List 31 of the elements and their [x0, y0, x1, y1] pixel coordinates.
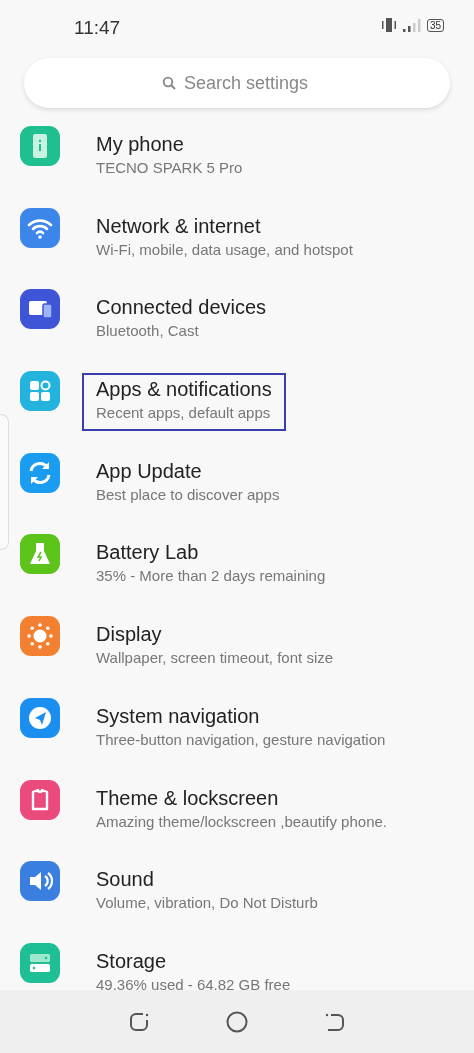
- item-title[interactable]: System navigation: [96, 703, 386, 728]
- item-subtitle: Volume, vibration, Do Not Disturb: [96, 893, 318, 914]
- item-title[interactable]: Theme & lockscreen: [96, 785, 387, 810]
- clock: 11:47: [74, 16, 121, 40]
- item-title[interactable]: Battery Lab: [96, 540, 326, 565]
- edge-handle[interactable]: [0, 414, 9, 550]
- item-title[interactable]: Sound: [96, 867, 318, 892]
- item-subtitle: Recent apps, default apps: [96, 403, 272, 424]
- item-subtitle: Amazing theme/lockscreen ,beautify phone.: [96, 811, 387, 832]
- item-title[interactable]: Connected devices: [96, 295, 267, 320]
- item-subtitle: Wallpaper, screen timeout, font size: [96, 648, 334, 669]
- search-icon: [162, 76, 176, 90]
- item-title[interactable]: Network & internet: [96, 213, 353, 238]
- item-title[interactable]: Apps & notifications: [96, 377, 272, 402]
- search-field[interactable]: Search settings: [182, 68, 312, 98]
- item-subtitle: 49.36% used - 64.82 GB free: [96, 974, 291, 990]
- item-subtitle: 35% - More than 2 days remaining: [96, 566, 326, 587]
- item-title[interactable]: Display: [96, 622, 334, 647]
- vibrate-icon: [380, 18, 397, 32]
- recents-button[interactable]: [128, 1010, 150, 1033]
- battery-indicator: 35: [426, 18, 444, 32]
- item-subtitle: Three-button navigation, gesture navigation: [96, 729, 386, 750]
- signal-icon: [402, 18, 421, 32]
- item-subtitle: Bluetooth, Cast: [96, 321, 200, 342]
- item-subtitle: Best place to discover apps: [96, 484, 280, 505]
- item-title[interactable]: App Update: [96, 458, 280, 483]
- item-subtitle: TECNO SPARK 5 Pro: [96, 158, 243, 178]
- item-title[interactable]: My phone: [96, 132, 243, 156]
- home-button[interactable]: [226, 1010, 248, 1033]
- item-title[interactable]: Storage: [96, 948, 291, 973]
- item-subtitle: Wi-Fi, mobile, data usage, and hotspot: [96, 239, 353, 260]
